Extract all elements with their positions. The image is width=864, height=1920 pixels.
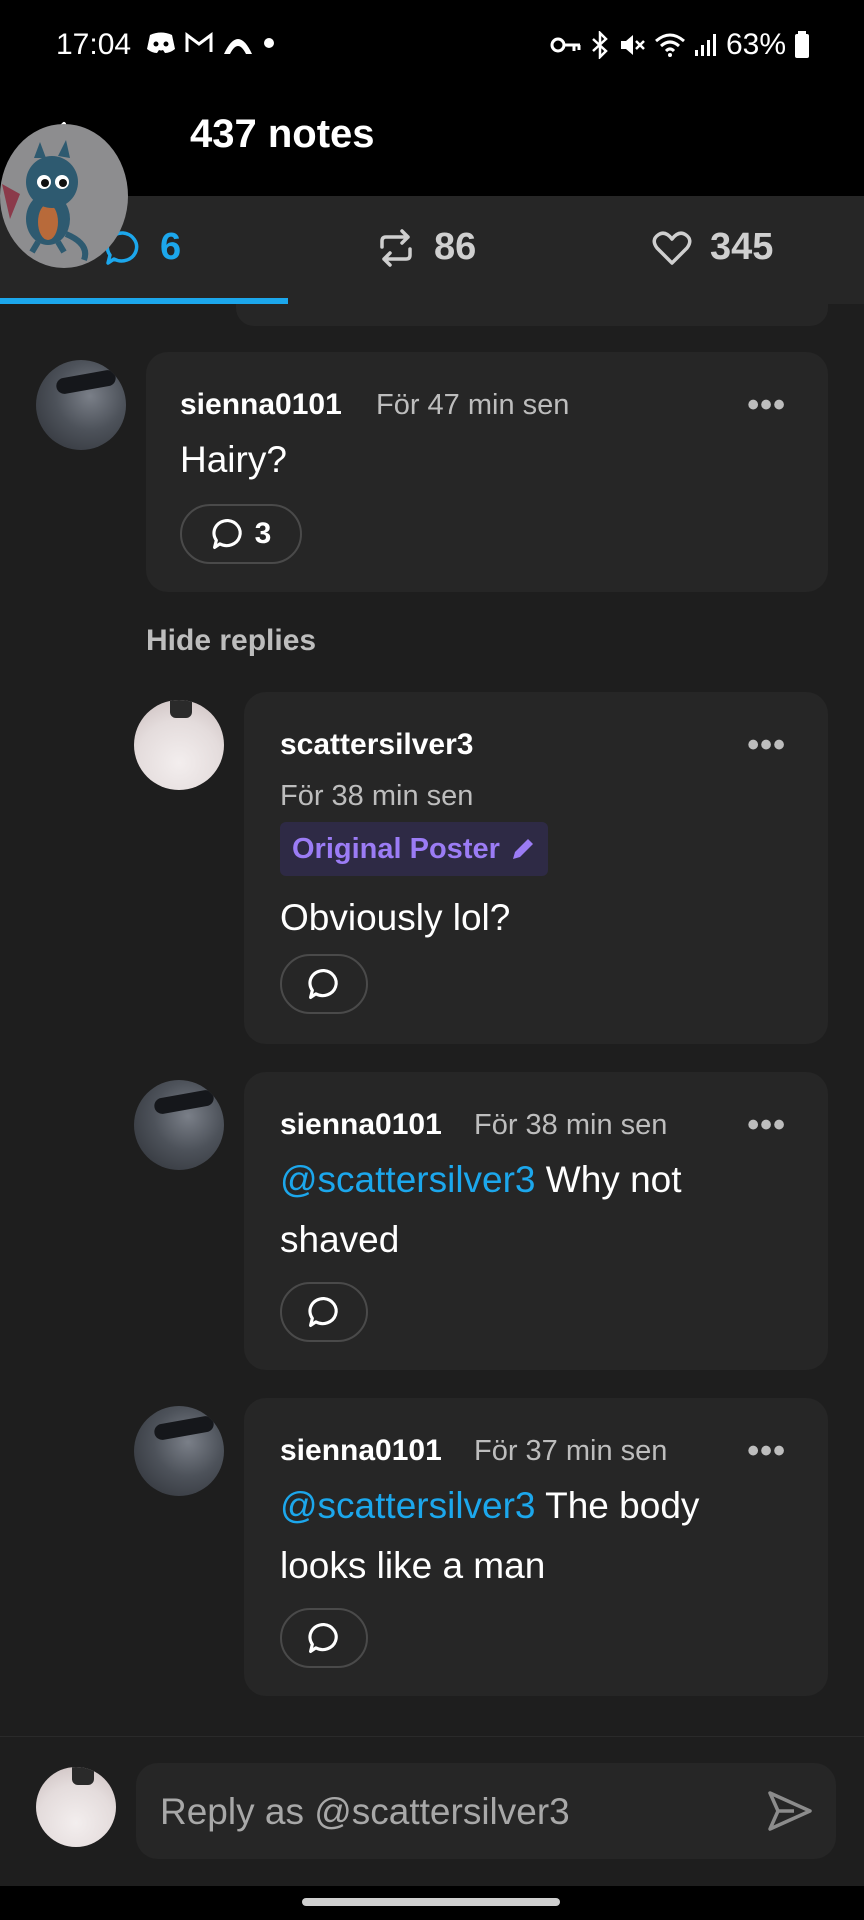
wifi-icon xyxy=(654,33,685,57)
dragon-avatar-image xyxy=(2,140,89,262)
more-options-icon[interactable]: ••• xyxy=(747,386,786,425)
page-title: 437 notes xyxy=(190,112,375,156)
comment-icon xyxy=(308,1297,338,1327)
comment-icon xyxy=(308,969,338,999)
discord-icon xyxy=(147,32,175,53)
mountain-app-icon xyxy=(224,39,252,54)
reply-username[interactable]: sienna0101 xyxy=(280,1434,442,1468)
reply-text-line2: shaved xyxy=(280,1219,400,1260)
original-poster-badge: Original Poster xyxy=(280,822,548,876)
reply-time: För 38 min sen xyxy=(280,780,474,812)
vpn-key-icon xyxy=(550,37,581,53)
mention-link[interactable]: @scattersilver3 xyxy=(280,1159,536,1200)
more-options-icon[interactable]: ••• xyxy=(747,1432,786,1471)
tab-reblogs[interactable]: 86 xyxy=(376,226,476,269)
reply-username[interactable]: scattersilver3 xyxy=(280,728,473,762)
reply-button[interactable] xyxy=(280,1608,368,1668)
gmail-icon xyxy=(185,32,213,52)
reply-count-button[interactable]: 3 xyxy=(180,504,302,564)
signal-icon xyxy=(694,34,716,56)
reply-time: För 38 min sen xyxy=(474,1109,668,1141)
reply-text: @scattersilver3 The body looks like a ma… xyxy=(280,1476,800,1596)
bluetooth-icon xyxy=(592,31,608,59)
likes-count: 345 xyxy=(710,226,774,268)
own-avatar xyxy=(36,1767,116,1847)
comment-time: För 47 min sen xyxy=(376,389,570,421)
status-time: 17:04 xyxy=(56,28,132,61)
mention-link[interactable]: @scattersilver3 xyxy=(280,1485,536,1526)
notes-tabs: 6 86 345 xyxy=(0,196,864,304)
comment-icon xyxy=(308,1623,338,1653)
reply-time: För 37 min sen xyxy=(474,1435,668,1467)
comment-card: sienna0101 För 47 min sen ••• Hairy? 3 xyxy=(146,352,828,592)
reblog-icon xyxy=(380,228,412,267)
reblogs-count: 86 xyxy=(434,226,477,268)
reply-input[interactable]: Reply as @scattersilver3 xyxy=(136,1763,836,1859)
more-options-icon[interactable]: ••• xyxy=(747,726,786,765)
reply-card: sienna0101 För 37 min sen ••• @scattersi… xyxy=(244,1398,828,1696)
top-app-bar: 437 notes xyxy=(0,96,864,196)
system-icons: 63% xyxy=(550,28,810,62)
battery-icon xyxy=(795,31,809,58)
pencil-icon xyxy=(512,839,533,859)
reply-composer: Reply as @scattersilver3 xyxy=(0,1736,864,1886)
avatar[interactable] xyxy=(134,700,224,790)
previous-comment-card xyxy=(236,304,828,326)
reply-count: 3 xyxy=(254,517,272,550)
navigation-gesture-bar xyxy=(0,1886,864,1920)
reply-placeholder: Reply as @scattersilver3 xyxy=(160,1791,570,1832)
home-gesture-handle[interactable] xyxy=(302,1898,560,1906)
comment-icon xyxy=(212,519,242,549)
battery-percent: 63% xyxy=(725,28,786,61)
reply-button[interactable] xyxy=(280,954,368,1014)
avatar[interactable] xyxy=(134,1080,224,1170)
reply-card: scattersilver3 ••• För 38 min sen Origin… xyxy=(244,692,828,1044)
reply-card: sienna0101 För 38 min sen ••• @scattersi… xyxy=(244,1072,828,1370)
hide-replies-button[interactable]: Hide replies xyxy=(146,624,316,658)
mute-icon xyxy=(620,35,645,55)
dot-icon xyxy=(264,38,274,48)
reply-text-line1: The body xyxy=(535,1485,700,1526)
more-options-icon[interactable]: ••• xyxy=(747,1106,786,1145)
send-icon[interactable] xyxy=(764,1785,816,1837)
reply-text: Obviously lol? xyxy=(280,897,511,938)
avatar[interactable] xyxy=(134,1406,224,1496)
blog-avatar[interactable] xyxy=(0,124,128,268)
notification-icons xyxy=(146,30,276,56)
avatar[interactable] xyxy=(36,360,126,450)
replies-count: 6 xyxy=(160,226,182,268)
badge-label: Original Poster xyxy=(292,832,500,865)
reply-button[interactable] xyxy=(280,1282,368,1342)
tab-likes[interactable]: 345 xyxy=(652,226,773,269)
heart-icon xyxy=(652,230,692,265)
reply-text-line1: Why not xyxy=(535,1159,682,1200)
reply-text: @scattersilver3 Why not shaved xyxy=(280,1150,800,1270)
comment-username[interactable]: sienna0101 xyxy=(180,388,342,422)
reply-username[interactable]: sienna0101 xyxy=(280,1108,442,1142)
comment-text: Hairy? xyxy=(180,439,287,480)
reply-text-line2: looks like a man xyxy=(280,1545,546,1586)
status-bar: 17:04 63% xyxy=(0,0,864,96)
